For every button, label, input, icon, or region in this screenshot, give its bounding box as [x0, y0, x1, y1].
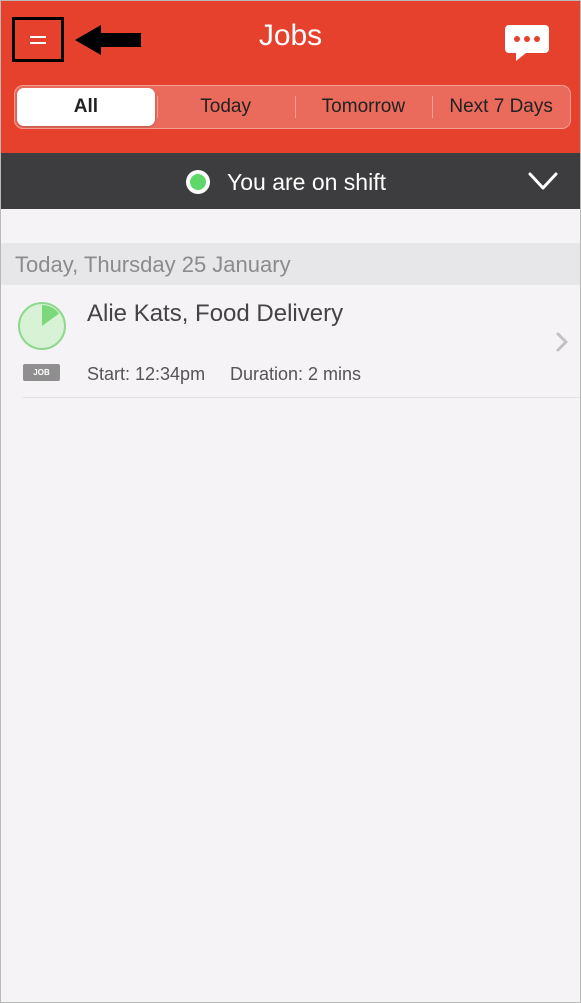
- tab-next-7-days[interactable]: Next 7 Days: [432, 86, 570, 128]
- app-screen: Jobs All Today Tomorrow Next 7 Days You …: [0, 0, 581, 1003]
- section-date-label: Today, Thursday 25 January: [15, 252, 291, 277]
- job-start-time: Start: 12:34pm: [87, 364, 206, 384]
- tab-today[interactable]: Today: [156, 86, 295, 128]
- chat-bubble-icon[interactable]: [504, 23, 550, 63]
- page-title: Jobs: [258, 19, 323, 52]
- shift-status-text: You are on shift: [227, 169, 386, 195]
- chevron-right-icon: [556, 332, 568, 352]
- header-bar: Jobs All Today Tomorrow Next 7 Days: [1, 1, 580, 153]
- job-list-item[interactable]: JOB Alie Kats, Food Delivery Start: 12:3…: [1, 285, 580, 399]
- date-filter-segmented-control: All Today Tomorrow Next 7 Days: [14, 85, 571, 129]
- section-header: Today, Thursday 25 January: [1, 243, 580, 285]
- tab-all[interactable]: All: [17, 88, 155, 126]
- status-indicator-icon: [186, 170, 210, 194]
- job-duration: Duration: 2 mins: [230, 364, 362, 384]
- tab-tomorrow[interactable]: Tomorrow: [294, 86, 433, 128]
- job-progress-pie-icon: [18, 302, 66, 350]
- chevron-down-icon[interactable]: [528, 169, 558, 193]
- row-divider: [23, 397, 580, 398]
- job-type-badge: JOB: [23, 364, 60, 381]
- job-title: Alie Kats, Food Delivery: [87, 300, 344, 327]
- shift-status-bar[interactable]: You are on shift: [1, 153, 580, 209]
